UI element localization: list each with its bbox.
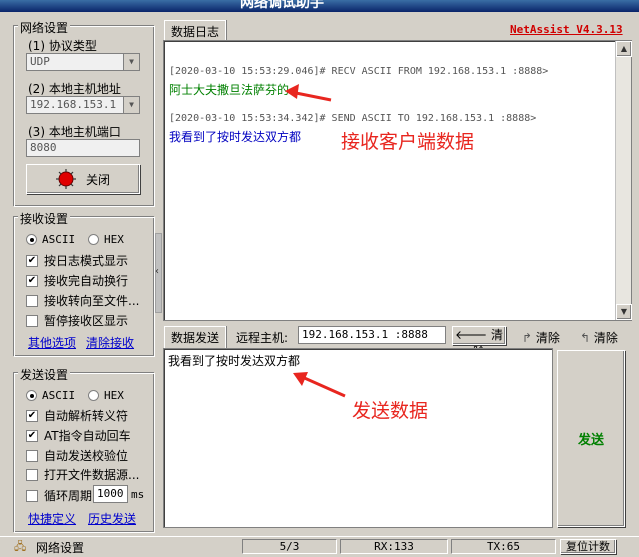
send-option-escape[interactable]: ✔ 自动解析转义符 [26, 407, 128, 424]
recv-settings-title: 接收设置 [18, 210, 71, 227]
log-area: [2020-03-10 15:53:29.046]# RECV ASCII FR… [163, 40, 632, 321]
close-button[interactable]: 关闭 [26, 164, 140, 194]
quick-define-link[interactable]: 快捷定义 [28, 510, 76, 527]
status-bar: 🖧 网络设置 5/3 RX:133 TX:65 复位计数 [0, 536, 639, 555]
send-option-at-cr[interactable]: ✔ AT指令自动回车 [26, 427, 131, 444]
net-settings-title: 网络设置 [18, 19, 71, 36]
host-value: 192.168.153.1 [30, 98, 117, 111]
scroll-down-icon[interactable]: ▼ [616, 304, 632, 320]
tab-send[interactable]: 数据发送 [164, 326, 227, 348]
loop-period-input[interactable]: 1000 [93, 485, 128, 503]
remote-host-input[interactable]: 192.168.153.1 :8888 [298, 326, 446, 344]
loop-unit: ms [131, 488, 145, 501]
chevron-down-icon[interactable]: ▼ [123, 97, 139, 113]
send-settings-title: 发送设置 [18, 366, 71, 383]
recv-more-options-link[interactable]: 其他选项 [28, 334, 76, 351]
chevron-down-icon[interactable]: ▼ [123, 54, 139, 70]
protocol-select[interactable]: UDP ▼ [26, 53, 140, 71]
send-history-link[interactable]: 历史发送 [88, 510, 136, 527]
send-button-label: 发送 [577, 433, 604, 448]
arrow-annotation-icon [285, 84, 332, 102]
recv-clear-link[interactable]: 清除接收 [86, 334, 134, 351]
status-label: 网络设置 [36, 541, 85, 555]
status-count: 5/3 [242, 539, 337, 554]
recv-hex-radio[interactable]: HEX [88, 233, 124, 246]
send-ascii-radio[interactable]: ASCII [26, 389, 75, 402]
window-title: 网络调试助手 [240, 0, 324, 11]
send-option-checksum[interactable]: 自动发送校验位 [26, 447, 128, 464]
send-input-area[interactable]: 我看到了按时发达双方都 [163, 348, 553, 528]
recv-option-to-file[interactable]: 接收转向至文件... [26, 292, 139, 309]
recv-option-pause[interactable]: 暂停接收区显示 [26, 312, 128, 329]
host-label: (2) 本地主机地址 [28, 82, 121, 96]
arrow-annotation-icon [293, 372, 346, 398]
send-option-file-source[interactable]: 打开文件数据源... [26, 466, 139, 483]
clear-all-button[interactable]: ↰ 清除 [580, 329, 618, 346]
log-entry-header: [2020-03-10 15:53:34.342]# SEND ASCII TO… [169, 113, 537, 124]
remote-host-label: 远程主机: [236, 331, 289, 345]
send-annotation: 发送数据 [352, 400, 429, 422]
log-scrollbar[interactable]: ▲ ▼ [615, 41, 632, 320]
clear-send-button[interactable]: ↱ 清除 [522, 329, 560, 346]
recv-option-auto-newline[interactable]: ✔ 接收完自动换行 [26, 272, 128, 289]
recv-ascii-radio[interactable]: ASCII [26, 233, 75, 246]
log-entry-header: [2020-03-10 15:53:29.046]# RECV ASCII FR… [169, 66, 549, 77]
send-hex-radio[interactable]: HEX [88, 389, 124, 402]
clear-remote-button[interactable]: 🡐 清除 [452, 326, 506, 359]
brand-label: NetAssist V4.3.13 [510, 23, 623, 36]
host-select[interactable]: 192.168.153.1 ▼ [26, 96, 140, 114]
arrow-left-icon: 🡐 [454, 328, 488, 342]
reset-count-button[interactable]: 复位计数 [560, 539, 616, 554]
net-icon: 🖧 [14, 540, 27, 553]
protocol-value: UDP [30, 55, 50, 68]
turn-up-icon: ↰ [580, 331, 591, 345]
port-input[interactable]: 8080 [26, 139, 140, 157]
status-led-icon [55, 169, 76, 189]
title-bar: 网络调试助手 [0, 0, 639, 12]
status-rx: RX:133 [340, 539, 448, 554]
log-entry-text: 我看到了按时发达双方都 [169, 130, 302, 144]
send-text: 我看到了按时发达双方都 [168, 354, 301, 368]
recv-option-log-mode[interactable]: ✔ 按日志模式显示 [26, 252, 128, 269]
recv-annotation: 接收客户端数据 [341, 131, 475, 153]
send-button[interactable]: 发送 [557, 350, 625, 527]
turn-icon: ↱ [522, 331, 533, 345]
tab-log[interactable]: 数据日志 [164, 20, 227, 42]
log-entry-text: 阿士大夫撒旦法萨芬的 [169, 83, 290, 97]
scroll-up-icon[interactable]: ▲ [616, 41, 632, 57]
protocol-label: (1) 协议类型 [28, 39, 97, 53]
status-tx: TX:65 [451, 539, 556, 554]
close-button-label: 关闭 [85, 172, 110, 187]
collapse-arrow-icon[interactable]: ‹ [155, 266, 162, 277]
send-option-loop[interactable]: 循环周期 [26, 487, 92, 504]
port-label: (3) 本地主机端口 [28, 125, 121, 139]
